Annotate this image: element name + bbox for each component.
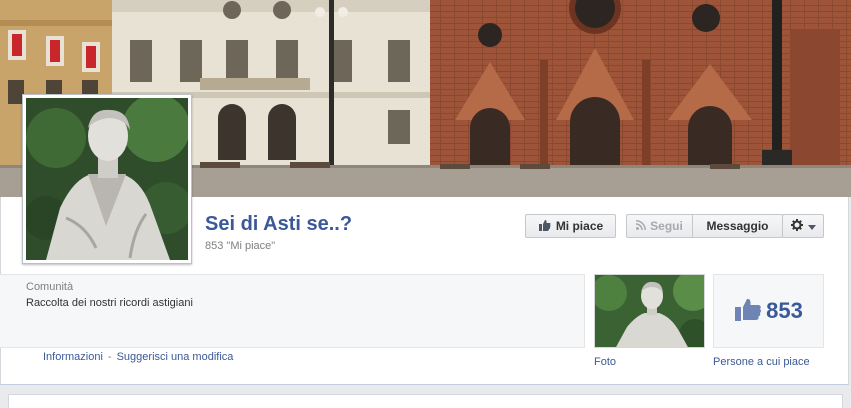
- thumbs-up-icon: [538, 219, 551, 234]
- like-button-label: Mi piace: [555, 219, 604, 233]
- about-links: Informazioni - Suggerisci una modifica: [43, 351, 233, 363]
- thumbs-up-icon: [734, 297, 762, 326]
- suggest-edit-link[interactable]: Suggerisci una modifica: [117, 351, 234, 363]
- page-title[interactable]: Sei di Asti se..?: [205, 213, 352, 236]
- likes-count: 853: [766, 298, 803, 323]
- info-link[interactable]: Informazioni: [43, 351, 103, 363]
- photos-thumbnail[interactable]: [594, 274, 705, 348]
- page-category: Comunità: [26, 281, 74, 293]
- likes-count-text: 853 "Mi piace": [205, 240, 276, 252]
- statue-thumbnail-image: [595, 275, 704, 347]
- follow-button[interactable]: Segui: [627, 215, 693, 237]
- rss-icon: [636, 219, 647, 233]
- message-button-label: Messaggio: [706, 219, 769, 233]
- about-box: [0, 274, 585, 348]
- timeline-edge: [0, 386, 851, 408]
- gear-icon: [790, 218, 803, 234]
- follow-message-group: Segui Messaggio: [626, 214, 783, 238]
- statue-image: [26, 98, 188, 260]
- like-button[interactable]: Mi piace: [525, 214, 616, 238]
- likes-label[interactable]: Persone a cui piace: [713, 356, 810, 368]
- link-separator: -: [107, 351, 112, 363]
- settings-dropdown-button[interactable]: [782, 214, 824, 238]
- profile-picture[interactable]: [22, 94, 192, 264]
- likes-app-box[interactable]: 853: [713, 274, 824, 348]
- photos-label[interactable]: Foto: [594, 356, 616, 368]
- follow-button-label: Segui: [650, 219, 683, 233]
- chevron-down-icon: [807, 219, 816, 233]
- timeline-panel-top: [8, 394, 843, 408]
- page-description: Raccolta dei nostri ricordi astigiani: [26, 297, 193, 309]
- message-button[interactable]: Messaggio: [693, 215, 782, 237]
